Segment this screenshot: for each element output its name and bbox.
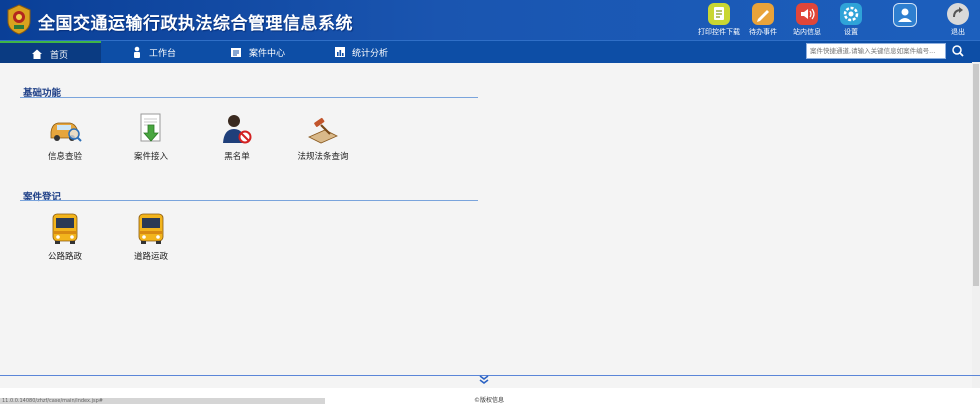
nav-tab-workbench[interactable]: 工作台 — [101, 41, 201, 63]
collapse-toggle-button[interactable] — [477, 375, 491, 385]
gavel-icon — [308, 117, 338, 144]
tile-regulation-query[interactable]: 法规法条查询 — [283, 112, 363, 162]
tool-label: 站内信息 — [793, 28, 821, 36]
double-chevron-down-icon — [479, 375, 489, 384]
section-divider — [20, 200, 478, 201]
print-control-download-button[interactable]: 打印控件下载 — [695, 3, 743, 39]
site-messages-button[interactable]: 站内信息 — [783, 3, 831, 39]
chart-icon — [335, 47, 345, 57]
tile-info-check[interactable]: 信息查验 — [25, 112, 105, 162]
search-button[interactable] — [947, 43, 969, 59]
tile-road-transport-administration[interactable]: 道路运政 — [111, 212, 191, 262]
blacklist-person-icon — [223, 115, 252, 144]
section-divider — [20, 97, 478, 98]
user-icon — [893, 3, 917, 27]
gear-icon — [840, 3, 862, 25]
tile-highway-administration[interactable]: 公路路政 — [25, 212, 105, 262]
document-icon — [231, 48, 241, 57]
printer-download-icon — [708, 3, 730, 25]
download-document-icon — [140, 113, 161, 142]
emblem-logo-icon — [7, 4, 31, 35]
scrollbar-thumb[interactable] — [973, 64, 979, 286]
nav-tab-case-center[interactable]: 案件中心 — [201, 41, 301, 63]
tile-label: 黑名单 — [224, 152, 250, 162]
tile-label: 案件接入 — [133, 152, 168, 162]
tool-label: 设置 — [844, 28, 858, 36]
logout-button[interactable]: 退出 — [934, 3, 980, 39]
home-icon — [32, 49, 42, 59]
copyright-text: ©版权信息 — [474, 397, 505, 404]
tile-label: 信息查验 — [47, 152, 82, 162]
nav-tab-home[interactable]: 首页 — [0, 41, 101, 63]
status-url: 11.0.0.14080/zhzf/case/main/index.jsp# — [0, 398, 325, 404]
vertical-scrollbar[interactable] — [972, 62, 980, 388]
app-title: 全国交通运输行政执法综合管理信息系统 — [38, 14, 353, 34]
tile-label: 道路运政 — [133, 252, 168, 262]
case-search-input[interactable] — [806, 43, 946, 59]
tile-blacklist[interactable]: 黑名单 — [197, 112, 277, 162]
tool-label: 待办事件 — [749, 28, 777, 36]
tile-label: 公路路政 — [47, 252, 82, 262]
nav-tab-label: 首页 — [50, 51, 69, 61]
logout-icon — [947, 3, 969, 25]
car-search-icon — [50, 122, 82, 142]
nav-tab-label: 工作台 — [149, 49, 177, 59]
search-icon — [952, 45, 964, 57]
nav-tab-statistics[interactable]: 统计分析 — [301, 41, 411, 63]
pencil-task-icon — [752, 3, 774, 25]
tile-label: 法规法条查询 — [297, 152, 349, 162]
speaker-message-icon — [796, 3, 818, 25]
pending-events-button[interactable]: 待办事件 — [739, 3, 787, 39]
nav-tab-label: 统计分析 — [352, 49, 389, 59]
app-header: 全国交通运输行政执法综合管理信息系统 打印控件下载 待办事件 站内信息 设置 退… — [0, 0, 980, 40]
tile-case-intake[interactable]: 案件接入 — [111, 112, 191, 162]
nav-tab-label: 案件中心 — [249, 49, 286, 59]
person-icon — [134, 46, 140, 58]
bus-icon — [52, 213, 78, 244]
tool-label: 退出 — [951, 28, 965, 36]
bus-icon — [138, 213, 164, 244]
user-profile-button[interactable] — [880, 3, 928, 39]
settings-button[interactable]: 设置 — [827, 3, 875, 39]
tool-label: 打印控件下载 — [698, 28, 740, 36]
